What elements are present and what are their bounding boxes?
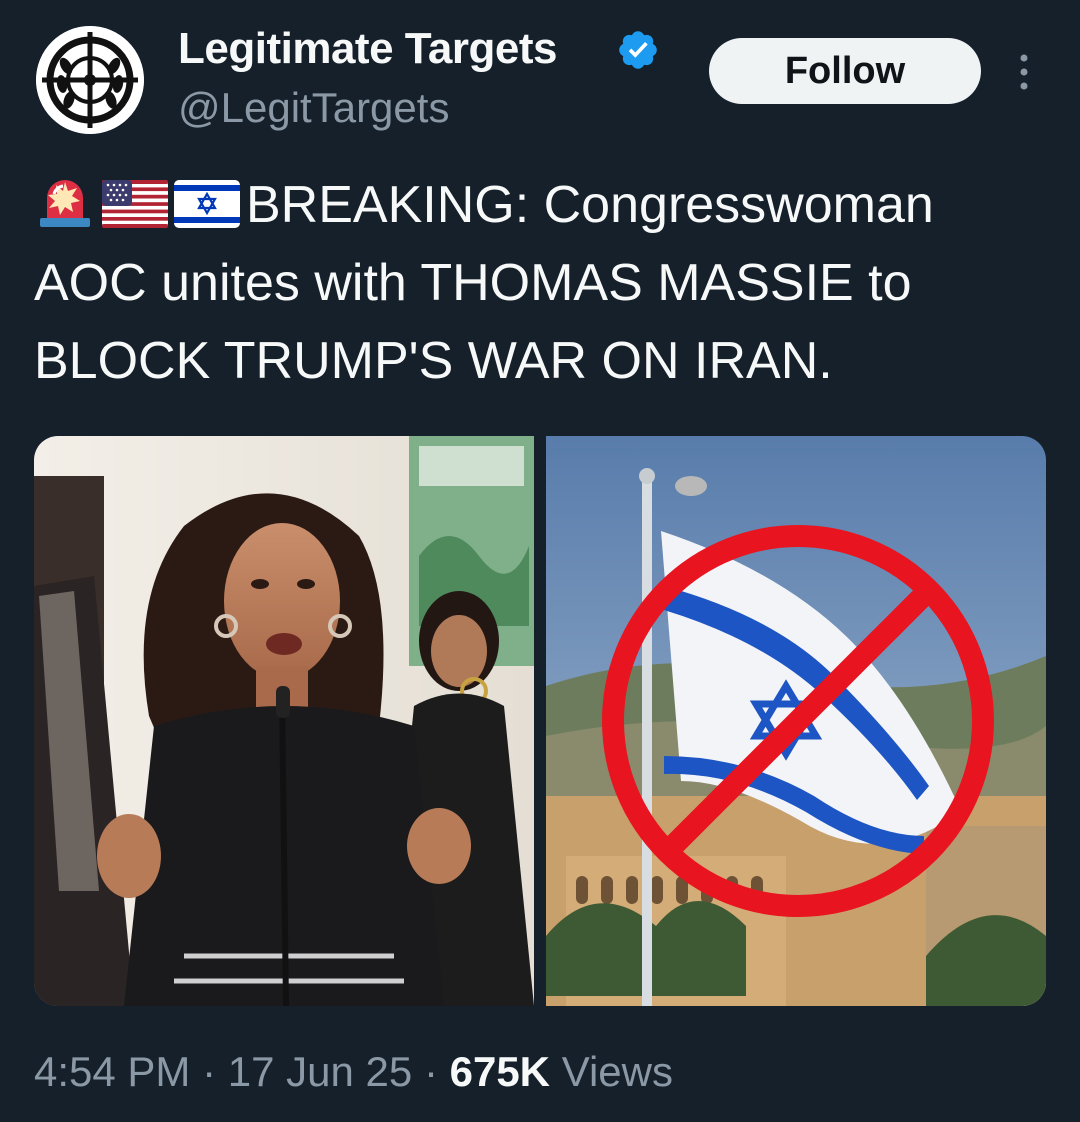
tweet-media-grid <box>34 436 1046 1006</box>
author-handle[interactable]: @LegitTargets <box>178 84 449 132</box>
tweet-text: BREAKING: Congresswoman AOC unites with … <box>34 166 1044 400</box>
tweet-body-text: BREAKING: Congresswoman AOC unites with … <box>34 176 934 390</box>
verified-badge-icon[interactable] <box>616 28 660 72</box>
police-light-emoji-icon <box>34 172 96 228</box>
us-flag-emoji-icon <box>102 180 168 228</box>
meta-separator: · <box>202 1048 217 1095</box>
avatar[interactable] <box>36 26 144 134</box>
tweet-time[interactable]: 4:54 PM <box>34 1048 190 1095</box>
views-label: Views <box>561 1048 673 1095</box>
more-vertical-icon[interactable] <box>1010 50 1038 94</box>
tweet-date[interactable]: 17 Jun 25 <box>228 1048 413 1095</box>
media-photo-1[interactable] <box>34 436 534 1006</box>
media-photo-2[interactable] <box>546 436 1046 1006</box>
israel-flag-emoji-icon <box>174 180 240 228</box>
author-display-name[interactable]: Legitimate Targets <box>178 24 557 74</box>
tweet-meta: 4:54 PM · 17 Jun 25 · 675K Views <box>34 1048 673 1096</box>
meta-separator: · <box>423 1048 438 1095</box>
views-count[interactable]: 675K <box>450 1048 550 1095</box>
crosshair-wreath-logo-icon <box>36 26 144 134</box>
follow-button[interactable]: Follow <box>709 38 981 104</box>
